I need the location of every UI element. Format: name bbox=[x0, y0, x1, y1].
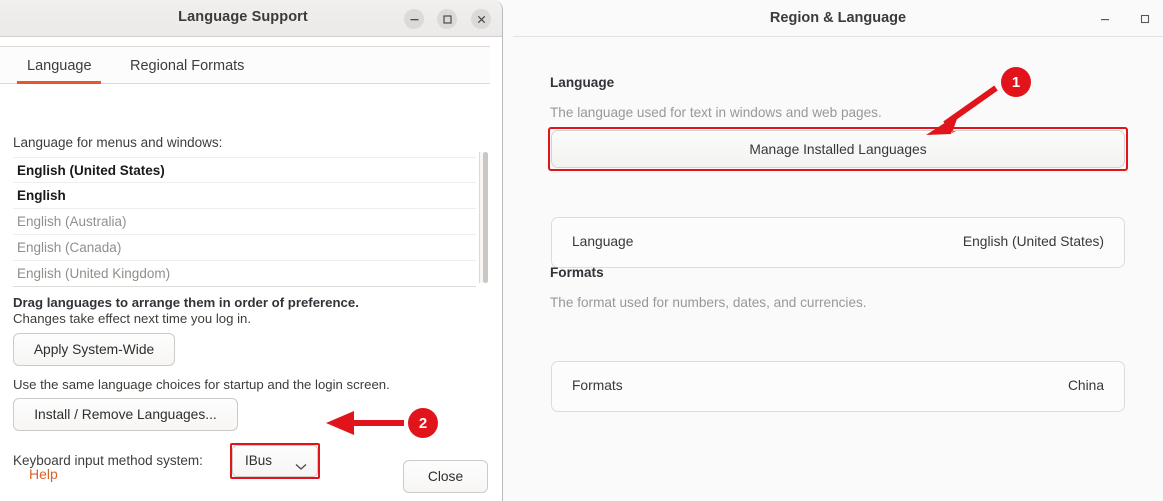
region-language-window: Region & Language Language The language … bbox=[513, 0, 1163, 501]
maximize-icon[interactable] bbox=[1135, 9, 1155, 29]
region-language-titlebar[interactable]: Region & Language bbox=[513, 0, 1163, 37]
annotation-badge-2: 2 bbox=[408, 408, 438, 438]
language-section-description: The language used for text in windows an… bbox=[550, 105, 882, 120]
language-name: English (United Kingdom) bbox=[17, 266, 171, 281]
language-preference-list[interactable]: English (United States) English English … bbox=[13, 157, 476, 287]
language-section-title: Language bbox=[550, 75, 615, 90]
language-support-action-bar: Help Close bbox=[0, 452, 502, 501]
list-item[interactable]: English (United States) bbox=[13, 157, 476, 183]
close-button[interactable]: Close bbox=[403, 460, 488, 493]
formats-row-key: Formats bbox=[572, 378, 623, 393]
language-support-titlebar[interactable]: Language Support bbox=[0, 0, 502, 37]
language-name: English (Canada) bbox=[17, 240, 122, 255]
screenshot-root: Language Support Language Regional Forma… bbox=[0, 0, 1163, 501]
tab-strip: Language Regional Formats bbox=[0, 46, 490, 84]
list-item[interactable]: English bbox=[13, 183, 476, 209]
annotation-badge-2-number: 2 bbox=[418, 414, 428, 432]
formats-row-value: China bbox=[1067, 378, 1104, 393]
maximize-icon[interactable] bbox=[437, 9, 457, 29]
minimize-icon[interactable] bbox=[1095, 9, 1115, 29]
region-language-body: Language The language used for text in w… bbox=[513, 37, 1163, 501]
install-remove-languages-button[interactable]: Install / Remove Languages... bbox=[13, 398, 238, 431]
minimize-icon[interactable] bbox=[404, 9, 424, 29]
help-link[interactable]: Help bbox=[29, 466, 58, 482]
language-name: English (United States) bbox=[17, 162, 165, 178]
list-item[interactable]: English (Canada) bbox=[13, 235, 476, 261]
language-name: English (Australia) bbox=[17, 214, 127, 229]
list-item[interactable]: English (Australia) bbox=[13, 209, 476, 235]
tab-regional-formats[interactable]: Regional Formats bbox=[116, 47, 258, 85]
region-language-title: Region & Language bbox=[769, 10, 907, 26]
tab-language[interactable]: Language bbox=[13, 47, 106, 85]
apply-hint: Use the same language choices for startu… bbox=[13, 377, 390, 392]
help-link-label: Help bbox=[29, 466, 58, 482]
language-row[interactable]: Language English (United States) bbox=[551, 217, 1125, 268]
close-icon[interactable] bbox=[471, 9, 491, 29]
apply-system-wide-label: Apply System-Wide bbox=[33, 342, 155, 357]
language-row-value: English (United States) bbox=[962, 234, 1104, 249]
drag-hint-primary: Drag languages to arrange them in order … bbox=[13, 295, 359, 310]
formats-section-description: The format used for numbers, dates, and … bbox=[550, 295, 867, 310]
manage-installed-languages-button[interactable]: Manage Installed Languages bbox=[551, 130, 1125, 168]
language-row-key: Language bbox=[572, 234, 634, 249]
tab-regional-formats-label: Regional Formats bbox=[130, 58, 245, 74]
close-button-label: Close bbox=[427, 469, 464, 484]
tab-language-label: Language bbox=[27, 58, 92, 74]
install-remove-languages-label: Install / Remove Languages... bbox=[34, 407, 217, 422]
formats-section-title: Formats bbox=[550, 265, 604, 280]
annotation-badge-1-number: 1 bbox=[1011, 73, 1021, 91]
active-tab-indicator bbox=[17, 81, 101, 84]
manage-installed-languages-label: Manage Installed Languages bbox=[749, 141, 927, 157]
drag-hint-secondary: Changes take effect next time you log in… bbox=[13, 311, 252, 326]
apply-system-wide-button[interactable]: Apply System-Wide bbox=[13, 333, 175, 366]
language-name: English bbox=[17, 188, 66, 203]
annotation-badge-1: 1 bbox=[1001, 67, 1031, 97]
formats-row[interactable]: Formats China bbox=[551, 361, 1125, 412]
language-list-scrollbar-thumb[interactable] bbox=[483, 152, 488, 283]
menus-windows-label: Language for menus and windows: bbox=[13, 135, 223, 150]
list-item[interactable]: English (United Kingdom) bbox=[13, 261, 476, 287]
